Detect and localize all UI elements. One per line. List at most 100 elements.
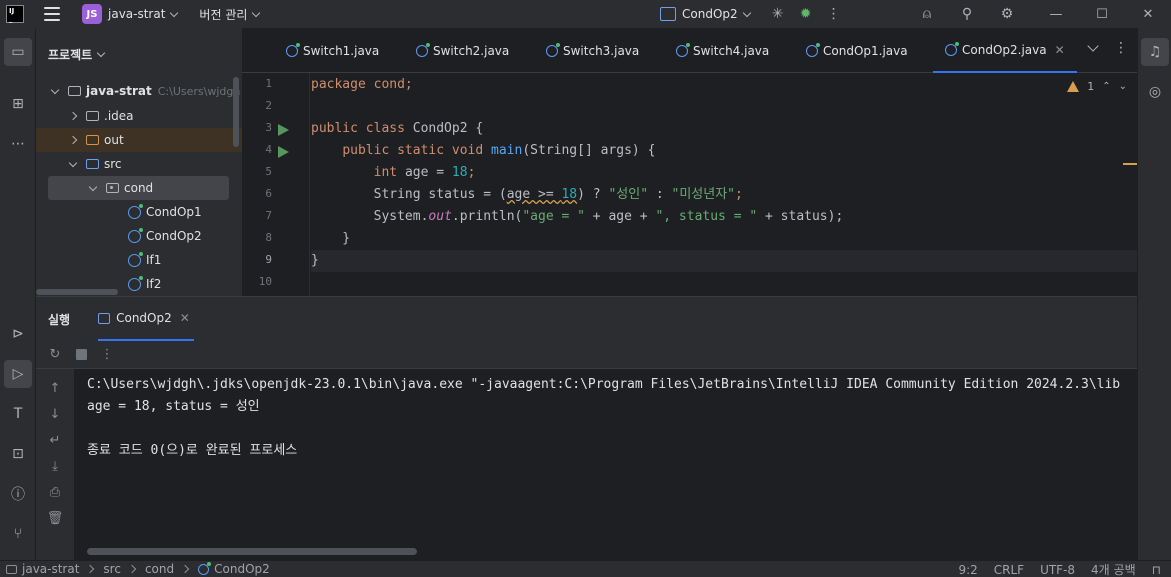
vertical-scrollbar[interactable] <box>233 77 239 147</box>
line-separator[interactable]: CRLF <box>994 563 1024 577</box>
chevron-up-icon[interactable]: ⌃ <box>1102 81 1110 92</box>
java-class-icon <box>128 275 143 291</box>
print-icon[interactable]: ⎙ <box>46 483 64 501</box>
run-config-select[interactable]: CondOp2 <box>682 7 738 21</box>
run-gutter-icon[interactable] <box>278 146 289 158</box>
chevron-down-icon[interactable] <box>68 158 78 167</box>
horizontal-scrollbar[interactable] <box>87 548 417 555</box>
close-window-button[interactable]: ✕ <box>1125 0 1171 28</box>
stop-icon <box>75 349 87 360</box>
folder-icon <box>86 135 99 145</box>
tab-switch3[interactable]: Switch3.java <box>546 28 639 73</box>
breadcrumb: java-strat src cond CondOp2 <box>0 561 270 576</box>
chevron-down-icon[interactable] <box>88 182 98 191</box>
tab-switch1[interactable]: Switch1.java <box>286 28 379 73</box>
chevron-down-icon[interactable] <box>50 85 60 94</box>
build-hammer-icon[interactable]: T <box>4 400 32 428</box>
close-icon[interactable]: ✕ <box>1055 43 1065 57</box>
warning-marker[interactable] <box>1123 163 1137 165</box>
minimize-button[interactable]: — <box>1033 0 1079 28</box>
tab-condop2[interactable]: CondOp2.java ✕ <box>933 28 1077 73</box>
notifications-icon[interactable]: ♫ <box>1141 38 1169 66</box>
scroll-to-end-icon[interactable]: ⤓ <box>46 457 64 475</box>
file-encoding[interactable]: UTF-8 <box>1040 563 1075 577</box>
soft-wrap-icon[interactable]: ↵ <box>46 431 64 449</box>
tab-label: Switch3.java <box>563 43 640 58</box>
code-area[interactable]: package cond; public class CondOp2 { pub… <box>311 73 1137 296</box>
tree-item-src[interactable]: src <box>36 152 242 176</box>
chevron-down-icon[interactable] <box>170 8 179 17</box>
code-string: "성인" <box>608 187 649 202</box>
problems-icon[interactable]: ⓘ <box>4 480 32 508</box>
lock-icon[interactable]: ⊓ <box>1152 563 1161 577</box>
services-icon[interactable]: ⊳ <box>4 320 32 348</box>
terminal-icon[interactable]: ⊡ <box>4 440 32 468</box>
tree-item-condop2[interactable]: CondOp2 <box>36 224 242 248</box>
code-text: package cond; <box>311 77 413 92</box>
structure-tool-icon[interactable]: ⊞ <box>4 90 32 118</box>
close-icon[interactable]: ✕ <box>180 311 190 325</box>
project-tool-icon[interactable]: ▭ <box>4 38 32 66</box>
more-tools-icon[interactable]: ⋯ <box>4 130 32 158</box>
horizontal-scrollbar[interactable] <box>36 289 118 295</box>
breadcrumb-item[interactable]: cond <box>145 562 174 576</box>
panel-title[interactable]: 프로젝트 <box>48 46 92 63</box>
chevron-right-icon[interactable] <box>68 135 78 145</box>
tree-item-condop1[interactable]: CondOp1 <box>36 200 242 224</box>
stop-button[interactable] <box>68 343 94 367</box>
add-user-icon[interactable]: ⍝ <box>913 0 941 28</box>
project-name[interactable]: java-strat <box>108 7 165 21</box>
java-class-icon <box>128 227 143 243</box>
code-function: main <box>491 143 523 158</box>
tree-item-if1[interactable]: If1 <box>36 248 242 272</box>
chevron-down-icon[interactable]: ⌄ <box>1119 81 1127 92</box>
debug-bug-icon[interactable]: ✹ <box>792 0 820 28</box>
tree-item-cond[interactable]: cond <box>48 176 229 200</box>
trash-icon[interactable]: 🗑 <box>46 509 64 527</box>
package-icon <box>106 183 119 193</box>
search-icon[interactable]: ⚲ <box>953 0 981 28</box>
more-vertical-icon[interactable]: ⋮ <box>820 0 848 28</box>
main-menu-icon[interactable] <box>44 7 60 21</box>
maximize-button[interactable]: ☐ <box>1079 0 1125 28</box>
project-badge[interactable]: JS <box>82 4 102 24</box>
chevron-down-icon[interactable] <box>742 8 751 17</box>
arrow-up-icon[interactable]: ↑ <box>46 379 64 397</box>
breadcrumb-item[interactable]: CondOp2 <box>214 562 270 576</box>
chevron-down-icon[interactable] <box>252 8 261 17</box>
loading-spinner-icon: ✳ <box>771 6 784 22</box>
breadcrumb-item[interactable]: src <box>103 562 121 576</box>
indent-setting[interactable]: 4개 공백 <box>1091 561 1136 577</box>
tree-root-path: C:\Users\wjdgh <box>157 84 241 98</box>
tree-item-idea[interactable]: .idea <box>36 104 242 128</box>
chevron-down-icon[interactable] <box>96 48 106 57</box>
more-vertical-icon[interactable]: ⋮ <box>94 343 120 367</box>
tree-item-label: .idea <box>104 109 134 123</box>
arrow-down-icon[interactable]: ↓ <box>46 405 64 423</box>
tree-item-out[interactable]: out <box>36 128 242 152</box>
tab-label: CondOp2.java <box>962 42 1047 57</box>
rerun-icon[interactable]: ↻ <box>42 343 68 367</box>
run-gutter-icon[interactable] <box>278 124 289 136</box>
chevron-down-icon[interactable] <box>1087 40 1099 52</box>
code-warning[interactable]: age >= <box>507 187 562 202</box>
tab-condop1[interactable]: CondOp1.java <box>806 28 908 73</box>
breadcrumb-item[interactable]: java-strat <box>22 562 79 576</box>
java-class-icon <box>198 561 212 575</box>
tree-root[interactable]: java-strat C:\Users\wjdgh <box>36 79 242 103</box>
chevron-right-icon[interactable] <box>68 111 78 121</box>
gear-icon[interactable]: ⚙ <box>993 0 1021 28</box>
tab-switch4[interactable]: Switch4.java <box>676 28 769 73</box>
vcs-menu[interactable]: 버전 관리 <box>199 6 247 23</box>
run-tool-icon[interactable]: ▷ <box>4 360 32 388</box>
git-icon[interactable]: ⑂ <box>4 520 32 548</box>
console-output[interactable]: C:\Users\wjdgh\.jdks\openjdk-23.0.1\bin\… <box>74 369 1137 561</box>
tab-switch2[interactable]: Switch2.java <box>416 28 509 73</box>
inspection-widget[interactable]: 1 ⌃ ⌄ <box>1067 80 1127 93</box>
run-tab-condop2[interactable]: CondOp2 ✕ <box>98 297 194 341</box>
more-vertical-icon[interactable]: ⋮ <box>1114 40 1128 56</box>
ai-assistant-icon[interactable]: ◎ <box>1141 78 1169 106</box>
cursor-position[interactable]: 9:2 <box>958 563 977 577</box>
